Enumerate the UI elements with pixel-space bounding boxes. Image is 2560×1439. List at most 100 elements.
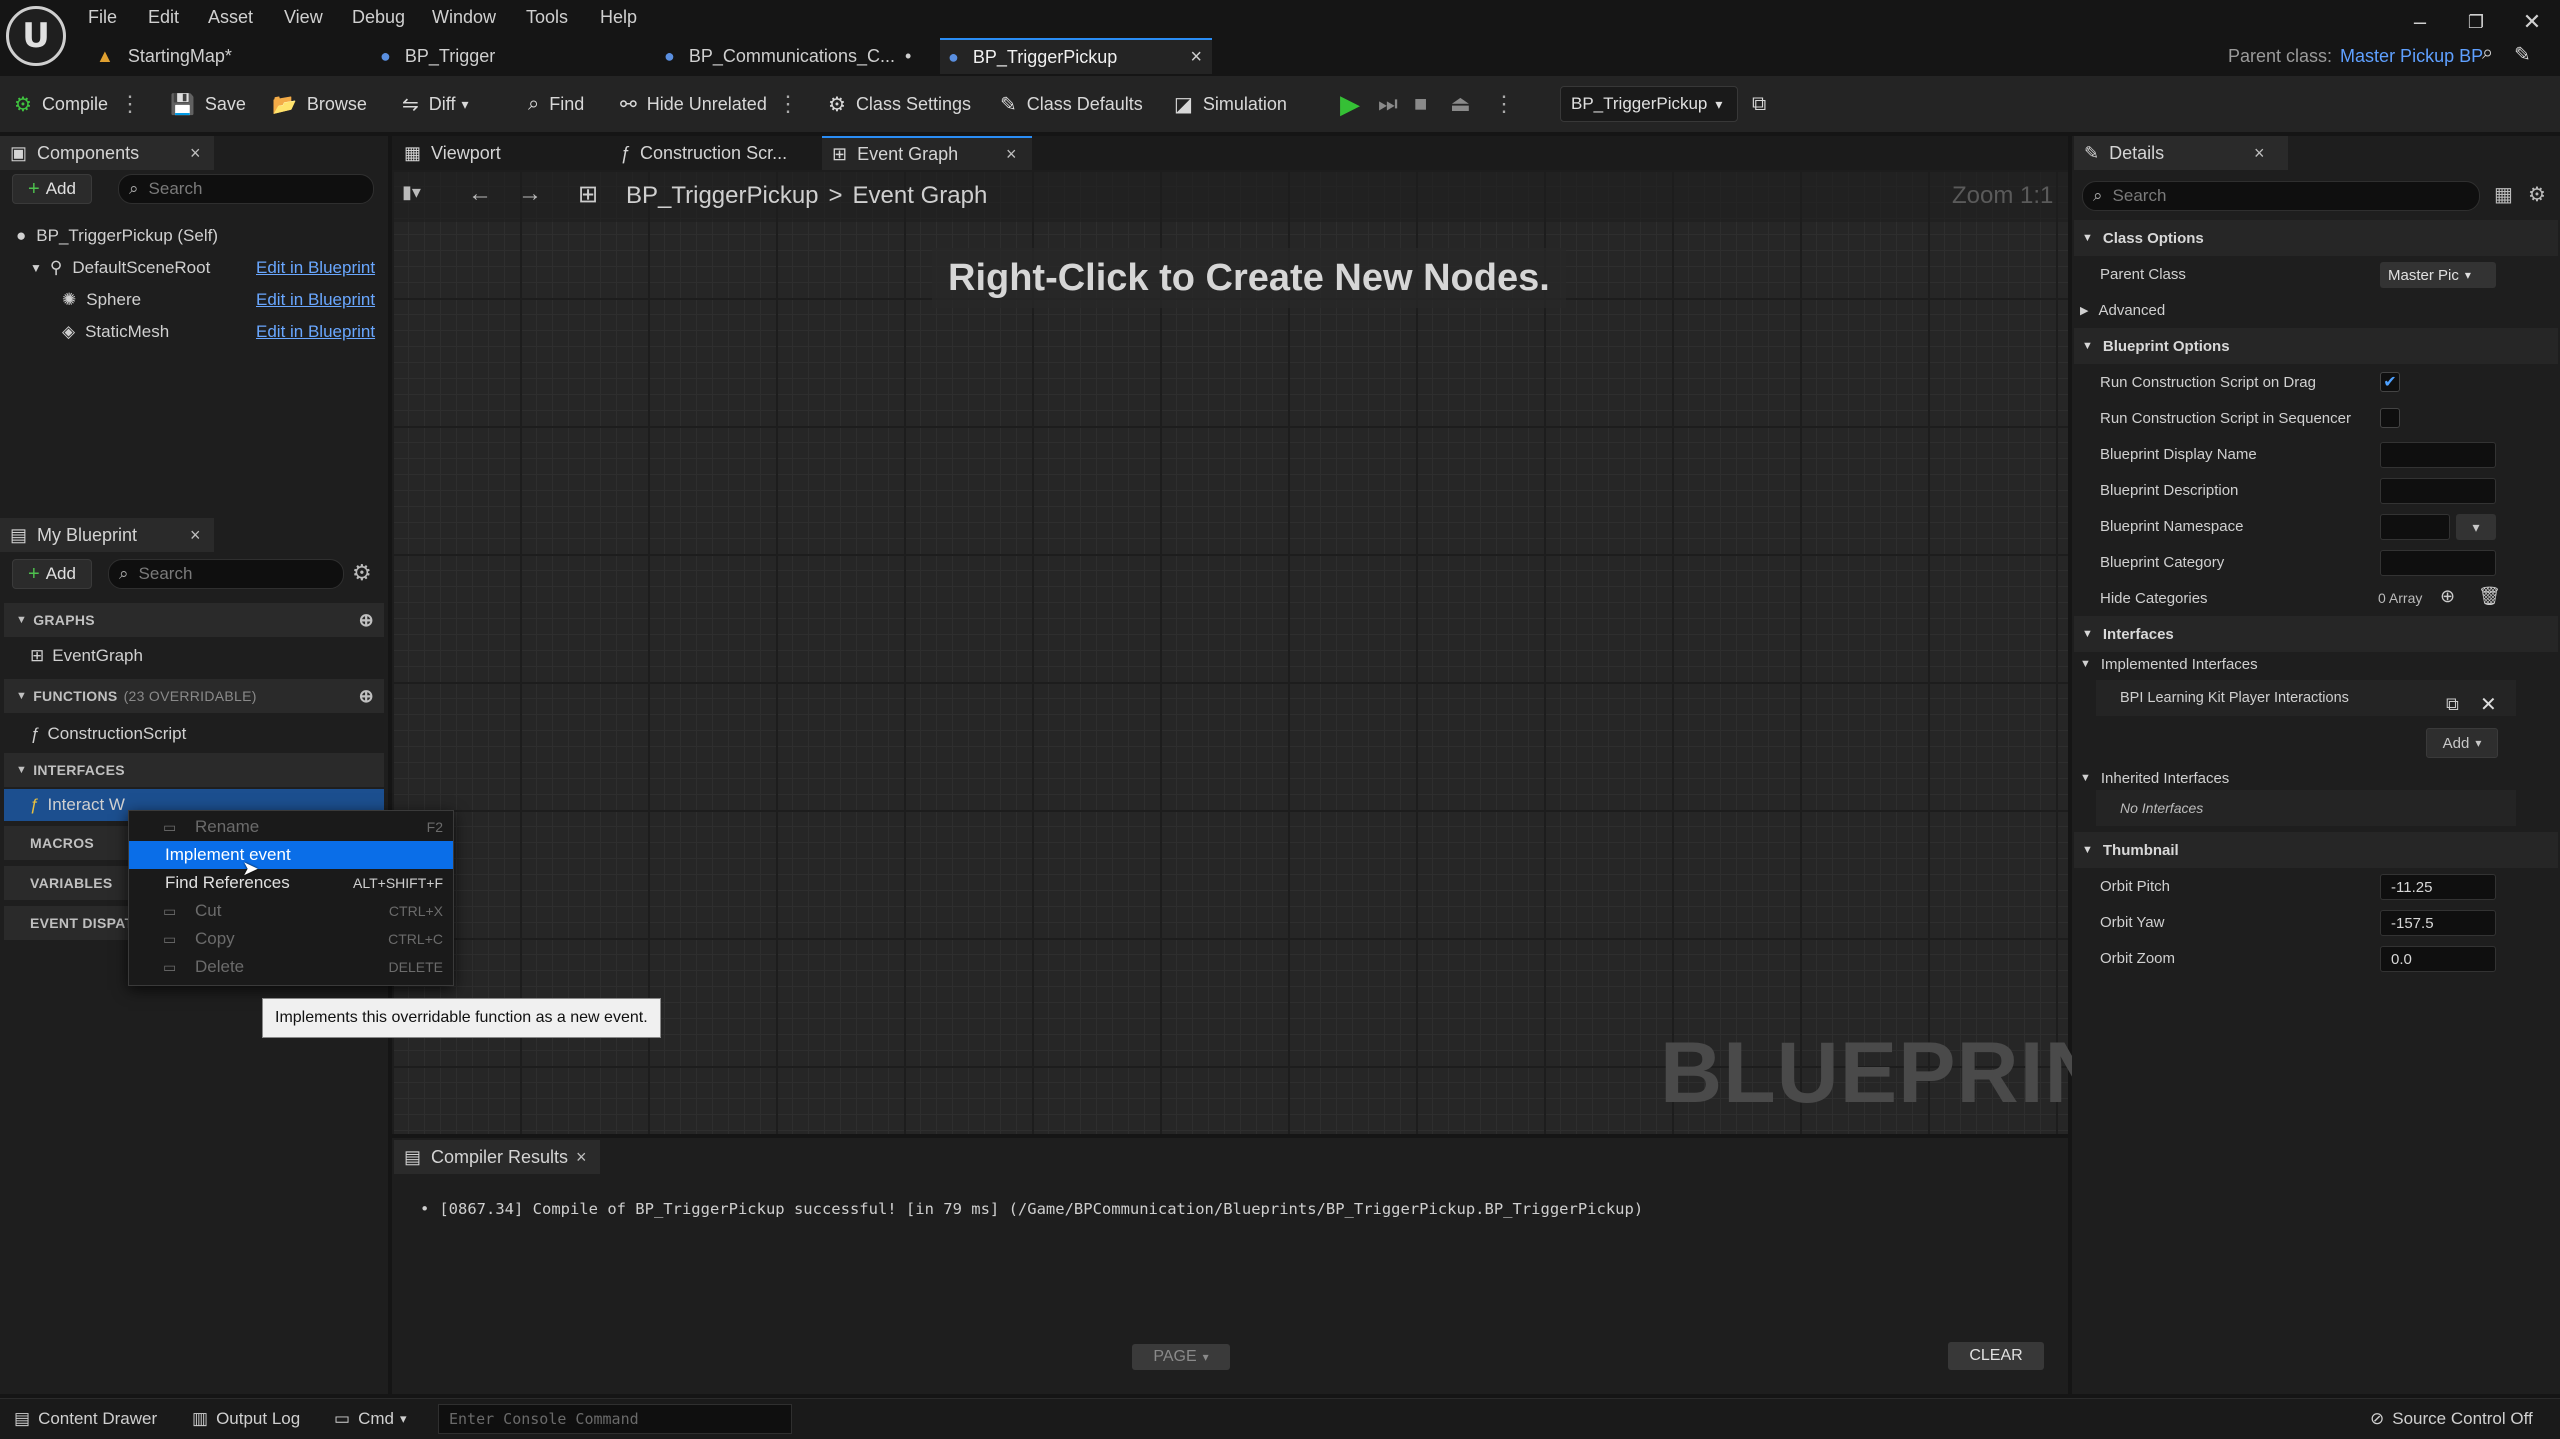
menu-edit[interactable]: Edit [148,2,179,32]
graph-item-eventgraph[interactable]: ⊞ EventGraph [30,640,380,672]
close-icon[interactable]: × [576,1147,587,1168]
function-item-construction-script[interactable]: ƒ ConstructionScript [30,718,380,750]
content-drawer-button[interactable]: ▤ Content Drawer [14,1404,157,1434]
clear-button[interactable]: CLEAR [1948,1342,2044,1370]
parent-class-link[interactable]: Master Pickup BP [2340,46,2483,67]
menu-item-rename[interactable]: ▭ Rename F2 [129,813,453,841]
add-circle-icon[interactable]: ⊕ [359,610,374,631]
console-command-input[interactable]: Enter Console Command [438,1404,792,1434]
forward-arrow-icon[interactable]: → [518,180,542,208]
menu-file[interactable]: File [88,2,117,32]
close-icon[interactable]: × [190,143,201,164]
category-graphs[interactable]: ▼ GRAPHS ⊕ [4,603,384,637]
menu-view[interactable]: View [284,2,323,32]
menu-item-copy[interactable]: ▭ Copy CTRL+C [129,925,453,953]
compile-button[interactable]: ⚙ Compile [14,88,108,120]
section-class-options[interactable]: ▼ Class Options [2074,220,2558,256]
menu-asset[interactable]: Asset [208,2,253,32]
debug-object-select[interactable]: BP_TriggerPickup ▾ [1560,86,1738,122]
menu-help[interactable]: Help [600,2,637,32]
tab-my-blueprint[interactable]: ▤ My Blueprint × [0,518,214,552]
row-implemented-interfaces[interactable]: ▼ Implemented Interfaces [2080,648,2558,680]
simulation-button[interactable]: ◪ Simulation [1174,88,1287,120]
add-circle-icon[interactable]: ⊕ [359,686,374,707]
section-thumbnail[interactable]: ▼ Thumbnail [2074,832,2558,868]
restore-icon[interactable]: ❐ [2456,6,2496,38]
add-circle-icon[interactable]: ⊕ [2440,586,2455,607]
play-options-icon[interactable]: ⋮ [1493,88,1515,120]
orbit-yaw-input[interactable]: -157.5 [2380,910,2496,936]
category-input[interactable] [2380,550,2496,576]
search-icon[interactable]: ⌕ [2482,42,2493,65]
row-advanced[interactable]: ▶ Advanced [2080,292,2558,328]
compile-options-icon[interactable]: ⋮ [119,88,141,120]
menu-tools[interactable]: Tools [526,2,568,32]
edit-in-blueprint-link[interactable]: Edit in Blueprint [256,290,375,310]
event-graph-canvas[interactable] [392,170,2068,1134]
tab-bp-communications[interactable]: ● BP_Communications_C... • [664,38,934,74]
tab-bp-trigger[interactable]: ● BP_Trigger [380,38,650,74]
orbit-zoom-input[interactable]: 0.0 [2380,946,2496,972]
component-static-mesh[interactable]: ◈ StaticMesh Edit in Blueprint [62,316,380,348]
class-defaults-button[interactable]: ✎ Class Defaults [1000,88,1143,120]
tab-details[interactable]: ✎ Details × [2074,136,2288,170]
category-interfaces[interactable]: ▼ INTERFACES [4,753,384,787]
tab-bp-triggerpickup[interactable]: ● BP_TriggerPickup × [940,38,1212,74]
display-name-input[interactable] [2380,442,2496,468]
tab-viewport[interactable]: ▦ Viewport [394,136,598,170]
menu-item-implement-event[interactable]: Implement event [129,841,453,869]
add-member-button[interactable]: + Add [12,559,92,589]
parent-class-select[interactable]: Master Pic ▾ [2380,262,2496,288]
back-arrow-icon[interactable]: ← [468,180,492,208]
remove-interface-icon[interactable]: ✕ [2480,692,2497,717]
edit-in-blueprint-link[interactable]: Edit in Blueprint [256,258,375,278]
browse-button[interactable]: 📂 Browse [272,88,367,120]
section-blueprint-options[interactable]: ▼ Blueprint Options [2074,328,2558,364]
description-input[interactable] [2380,478,2496,504]
find-button[interactable]: ⌕ Find [528,88,584,120]
component-default-scene-root[interactable]: ▼ ⚲ DefaultSceneRoot Edit in Blueprint [30,252,380,284]
gear-icon[interactable]: ⚙ [352,560,372,586]
trash-icon[interactable]: 🗑 [2478,586,2501,607]
category-functions[interactable]: ▼ FUNCTIONS (23 OVERRIDABLE) ⊕ [4,679,384,713]
hide-unrelated-button[interactable]: ⚯ Hide Unrelated [620,88,767,120]
edit-pencil-icon[interactable]: ✎ [2514,42,2531,67]
tab-event-graph[interactable]: ⊞ Event Graph × [822,136,1032,170]
breadcrumb-root[interactable]: BP_TriggerPickup [626,182,819,210]
stop-icon[interactable]: ■ [1414,88,1427,120]
class-settings-button[interactable]: ⚙ Class Settings [828,88,971,120]
menu-item-find-references[interactable]: Find References ALT+SHIFT+F [129,869,453,897]
namespace-dropdown[interactable]: ▾ [2456,514,2496,540]
tab-compiler-results[interactable]: ▤ Compiler Results × [394,1140,600,1174]
components-search-input[interactable]: ⌕ Search [118,174,374,204]
close-icon[interactable]: × [190,525,201,546]
page-select[interactable]: PAGE ▾ [1132,1344,1230,1370]
details-search-input[interactable]: ⌕ Search [2082,181,2480,211]
minimize-icon[interactable]: – [2400,6,2440,38]
add-interface-button[interactable]: Add ▾ [2426,728,2498,758]
run-cs-drag-checkbox[interactable]: ✔ [2380,372,2400,392]
step-icon[interactable]: ⏭ [1378,88,1398,120]
menu-item-delete[interactable]: ▭ Delete DELETE [129,953,453,981]
menu-window[interactable]: Window [432,2,496,32]
close-tab-icon[interactable]: × [1190,46,1202,69]
diff-button[interactable]: ⇋ Diff ▾ [402,88,468,120]
component-sphere[interactable]: ✺ Sphere Edit in Blueprint [62,284,380,316]
gear-icon[interactable]: ⚙ [2528,182,2546,207]
section-interfaces[interactable]: ▼ Interfaces [2074,616,2558,652]
menu-item-cut[interactable]: ▭ Cut CTRL+X [129,897,453,925]
namespace-input[interactable] [2380,514,2450,540]
close-icon[interactable]: × [1006,144,1017,165]
my-blueprint-search-input[interactable]: ⌕ Search [108,559,344,589]
cmd-select[interactable]: ▭ Cmd ▾ [334,1404,407,1434]
unreal-logo-icon[interactable]: U [6,6,66,66]
edit-in-blueprint-link[interactable]: Edit in Blueprint [256,322,375,342]
output-log-button[interactable]: ▥ Output Log [192,1404,300,1434]
save-button[interactable]: 💾 Save [170,88,246,120]
tab-components[interactable]: ▣ Components × [0,136,214,170]
close-icon[interactable]: × [2254,143,2265,164]
orbit-pitch-input[interactable]: -11.25 [2380,874,2496,900]
tab-starting-map[interactable]: ▲ StartingMap* [96,38,366,74]
hide-unrelated-options-icon[interactable]: ⋮ [777,88,799,120]
close-window-icon[interactable]: ✕ [2512,6,2552,38]
